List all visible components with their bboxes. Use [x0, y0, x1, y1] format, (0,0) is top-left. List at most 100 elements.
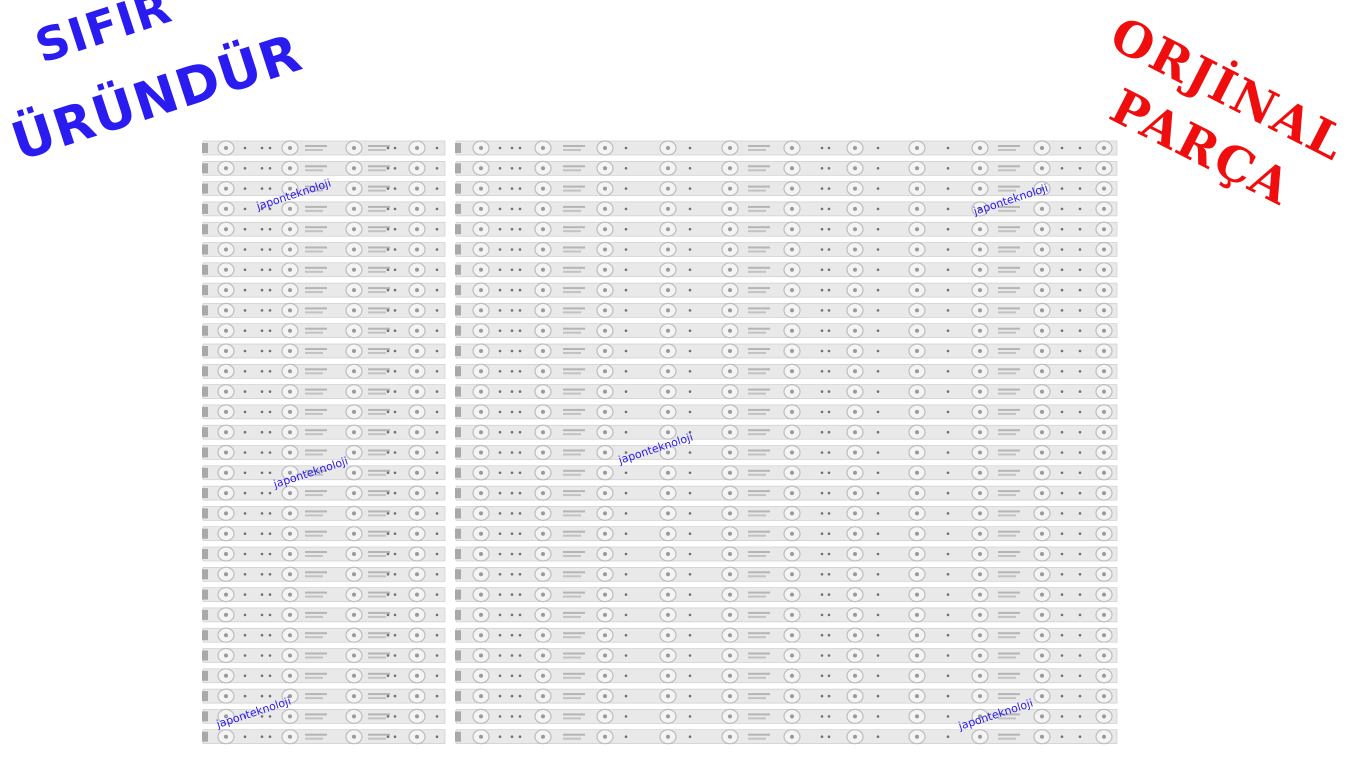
strip-component: [386, 633, 390, 637]
strip-marking: [305, 311, 323, 314]
strip-component: [1078, 573, 1082, 576]
led-chip: [666, 369, 670, 374]
strip-marking: [563, 149, 581, 151]
led-chip: [853, 470, 857, 475]
led-chip: [790, 267, 794, 272]
strip-marking: [748, 331, 766, 334]
strip-connector: [455, 203, 461, 214]
strip-marking: [998, 469, 1020, 472]
strip-connector: [455, 366, 461, 377]
strip-component: [624, 268, 628, 272]
strip-component: [876, 410, 880, 414]
strip-component: [260, 187, 264, 190]
strip-component: [268, 227, 272, 231]
strip-component: [1078, 715, 1082, 718]
strip-component: [688, 309, 692, 312]
strip-component: [510, 694, 514, 698]
strip-component: [498, 491, 502, 495]
strip-marking: [368, 205, 390, 208]
strip-marking: [998, 656, 1016, 659]
strip-component: [820, 207, 824, 211]
strip-component: [393, 735, 397, 738]
strip-marking: [563, 429, 585, 432]
led-chip: [1040, 267, 1044, 272]
led-chip: [479, 389, 483, 394]
led-chip: [1102, 511, 1106, 516]
strip-component: [876, 593, 880, 596]
strip-component: [393, 613, 397, 617]
led-chip: [415, 369, 419, 374]
strip-component: [827, 633, 831, 637]
strip-connector: [455, 325, 461, 336]
strip-marking: [748, 490, 770, 493]
led-chip: [603, 166, 607, 171]
strip-component: [624, 512, 628, 515]
strip-component: [498, 430, 502, 434]
led-chip: [603, 247, 607, 252]
strip-marking: [563, 331, 581, 334]
strip-marking: [998, 226, 1020, 229]
strip-marking: [305, 246, 327, 249]
strip-component: [268, 674, 272, 678]
led-chip: [603, 633, 607, 638]
strip-marking: [998, 453, 1016, 456]
strip-marking: [748, 514, 766, 517]
strip-marking: [305, 494, 323, 497]
led-strip: [455, 586, 1118, 603]
led-chip: [728, 227, 732, 232]
led-strip: [455, 302, 1118, 318]
strip-connector: [202, 244, 208, 255]
led-chip: [603, 288, 607, 293]
strip-component: [243, 491, 247, 495]
led-chip: [666, 552, 670, 556]
strip-component: [688, 451, 692, 454]
strip-component: [1078, 613, 1082, 617]
strip-component: [498, 207, 502, 211]
led-chip: [666, 267, 670, 272]
led-chip: [541, 267, 545, 272]
strip-component: [624, 613, 628, 617]
strip-marking: [368, 490, 390, 493]
strip-component: [876, 491, 880, 495]
led-chip: [415, 552, 419, 556]
led-chip: [479, 349, 483, 353]
strip-component: [386, 309, 390, 312]
led-chip: [224, 288, 228, 293]
led-chip: [415, 430, 419, 435]
led-chip: [666, 166, 670, 171]
led-chip: [1102, 673, 1106, 678]
strip-component: [827, 715, 831, 718]
strip-component: [393, 167, 397, 170]
strip-component: [1060, 329, 1064, 333]
led-chip: [915, 247, 919, 252]
strip-marking: [305, 270, 323, 273]
led-chip: [603, 227, 607, 232]
strip-component: [386, 735, 390, 738]
led-chip: [603, 146, 607, 150]
strip-marking: [305, 737, 323, 740]
led-chip: [915, 288, 919, 293]
led-chip: [288, 409, 292, 414]
led-strip: [202, 505, 446, 522]
led-chip: [479, 612, 483, 617]
strip-marking: [748, 348, 770, 350]
led-chip: [288, 206, 292, 211]
strip-component: [1078, 633, 1082, 637]
strip-marking: [998, 408, 1020, 411]
led-chip: [541, 409, 545, 414]
led-chip: [915, 349, 919, 353]
led-strip: [455, 566, 1118, 582]
strip-marking: [748, 717, 766, 720]
strip-marking: [748, 652, 770, 655]
strip-component: [518, 552, 522, 556]
strip-component: [876, 227, 880, 231]
led-chip: [666, 349, 670, 353]
led-chip: [288, 328, 292, 333]
led-chip: [1102, 491, 1106, 496]
strip-marking: [305, 388, 327, 391]
led-chip: [666, 511, 670, 516]
strip-marking: [563, 311, 581, 314]
strip-marking: [998, 230, 1016, 233]
strip-component: [688, 532, 692, 535]
strip-connector: [455, 508, 461, 519]
